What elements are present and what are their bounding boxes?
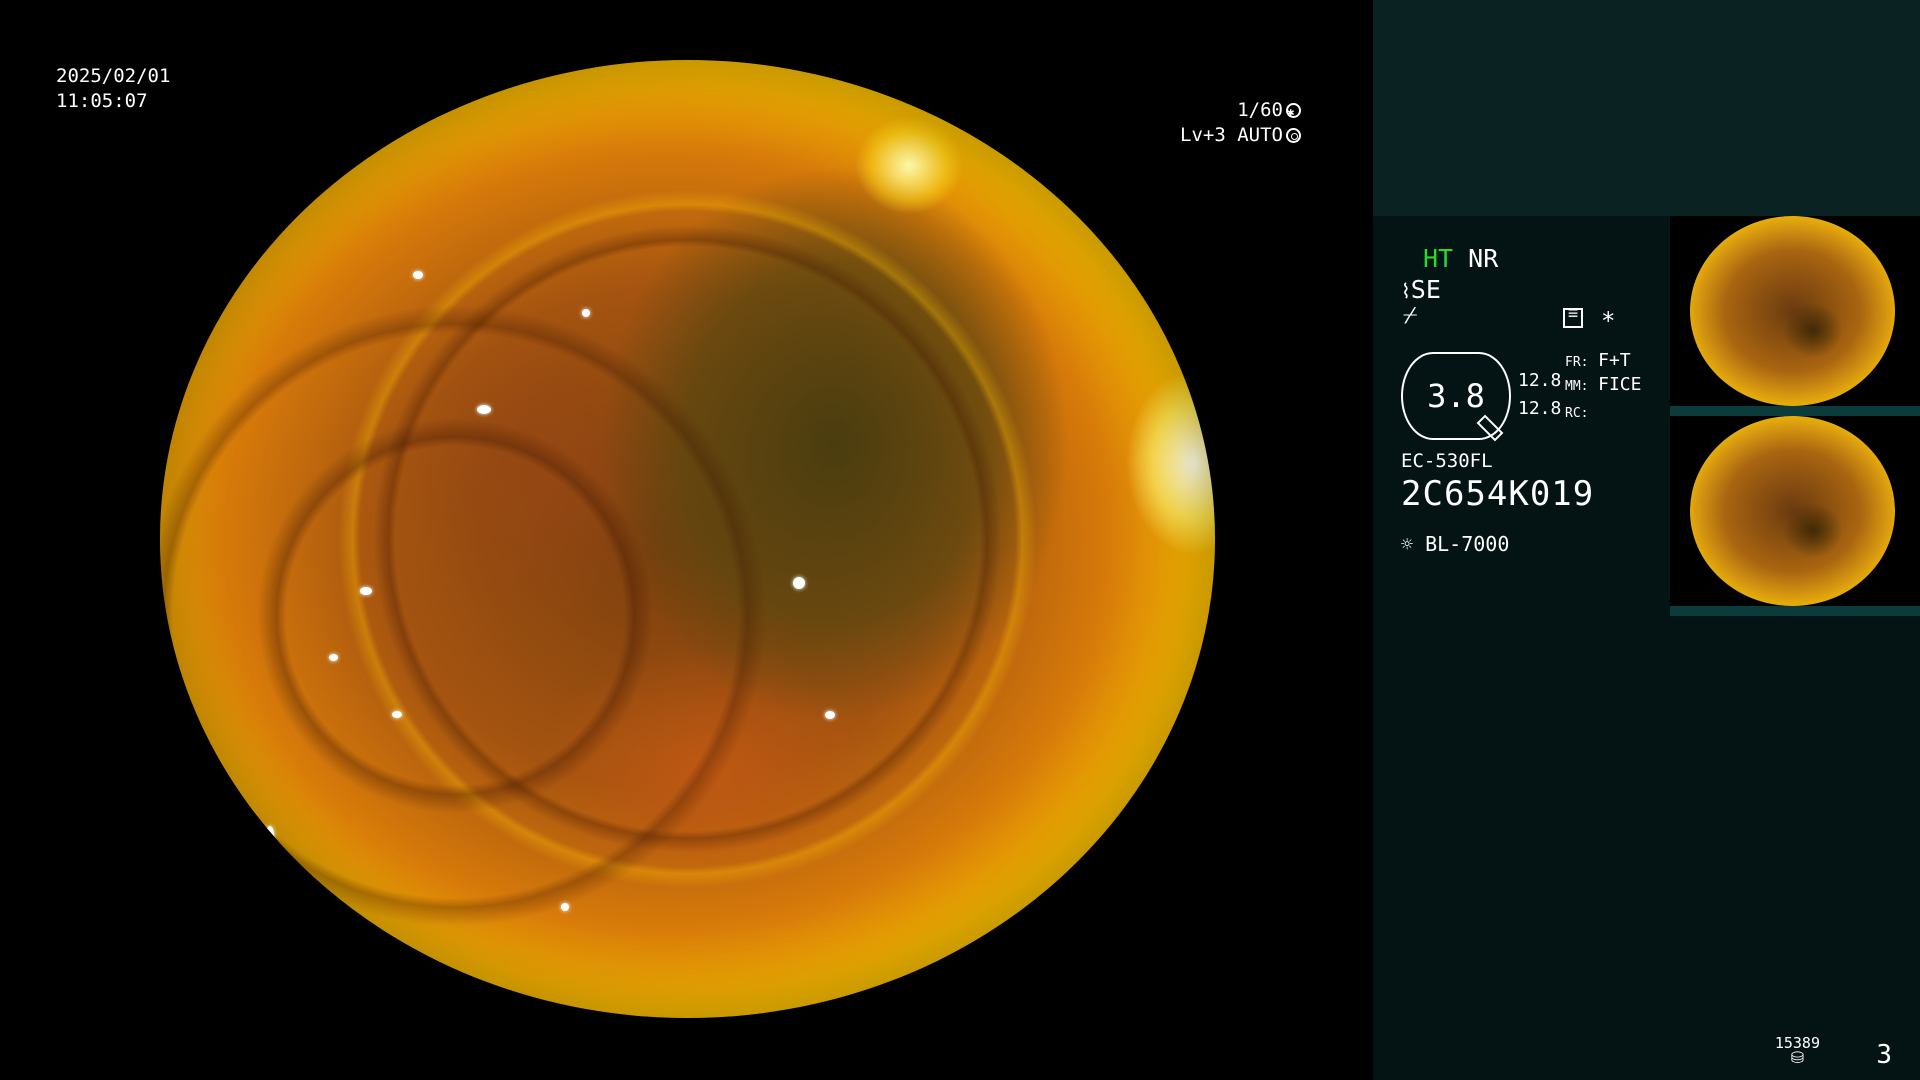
side-info-panel: HT NR ⌇SE ⌿ ≡ * 3.8 12.8 12.8 FR: F+T MM… — [1373, 0, 1920, 1080]
light-source-row: ☼ BL-7000 — [1401, 532, 1509, 556]
specular-highlight — [413, 270, 424, 279]
zoom-indicator: 3.8 — [1401, 352, 1511, 442]
zoom-value: 3.8 — [1427, 377, 1485, 415]
thumbnail-image — [1690, 416, 1895, 606]
specular-highlight — [824, 711, 835, 720]
nr-label: NR — [1468, 244, 1499, 273]
shutter-icon — [1285, 100, 1301, 125]
exposure-display: 1/60 Lv+3 AUTO — [1180, 98, 1301, 148]
time-text: 11:05:07 — [56, 90, 148, 112]
value-2: 12.8 — [1518, 398, 1562, 419]
se-label: SE — [1410, 275, 1441, 304]
storage-icon: ⛁ — [1790, 1048, 1805, 1067]
se-row: ⌇SE — [1401, 275, 1441, 304]
thumbnail-1[interactable] — [1670, 216, 1920, 416]
date-time-display: 2025/02/01 11:05:07 — [56, 64, 170, 114]
scope-icon: ⌇ — [1401, 279, 1411, 303]
thumbnail-bar — [1670, 606, 1920, 616]
specular-highlight — [328, 653, 338, 661]
specular-highlight — [392, 711, 403, 719]
specular-highlight — [560, 903, 569, 912]
fr-row: FR: F+T — [1565, 350, 1631, 371]
endoscope-image — [160, 60, 1215, 1018]
panel-header-area — [1373, 0, 1920, 216]
specular-highlight — [793, 577, 805, 590]
light-source-label: BL-7000 — [1425, 532, 1510, 556]
scope-model: EC-530FL — [1401, 450, 1493, 472]
specular-highlight — [582, 309, 590, 318]
value-1: 12.8 — [1518, 370, 1562, 391]
specular-highlight — [360, 586, 373, 595]
brightness-text: Lv+3 AUTO — [1180, 124, 1283, 146]
page-number: 3 — [1876, 1040, 1892, 1070]
thumbnail-image — [1690, 216, 1895, 406]
ht-nr-row: HT NR — [1423, 244, 1498, 273]
thumbnail-bar — [1670, 406, 1920, 416]
light-icon: ☼ — [1401, 532, 1414, 556]
specular-highlight — [265, 826, 274, 845]
mm-row: MM: FICE — [1565, 374, 1642, 395]
auto-iris-icon — [1285, 128, 1301, 143]
menu-icon: ≡ — [1563, 304, 1583, 328]
shutter-speed-text: 1/60 — [1237, 99, 1283, 121]
endoscope-main-view: 2025/02/01 11:05:07 1/60 Lv+3 AUTO — [0, 0, 1373, 1080]
rc-row: RC: — [1565, 406, 1589, 421]
date-text: 2025/02/01 — [56, 65, 171, 87]
zoom-handle-icon — [1476, 414, 1504, 442]
flash-icon: ⌿ — [1403, 302, 1418, 329]
asterisk-mark: * — [1601, 307, 1616, 335]
image-counter: 15389 ⛁ — [1775, 1034, 1820, 1067]
thumbnail-2[interactable] — [1670, 416, 1920, 616]
specular-highlight — [476, 404, 491, 414]
scope-serial: 2C654K019 — [1401, 474, 1595, 514]
ht-label: HT — [1423, 244, 1454, 273]
